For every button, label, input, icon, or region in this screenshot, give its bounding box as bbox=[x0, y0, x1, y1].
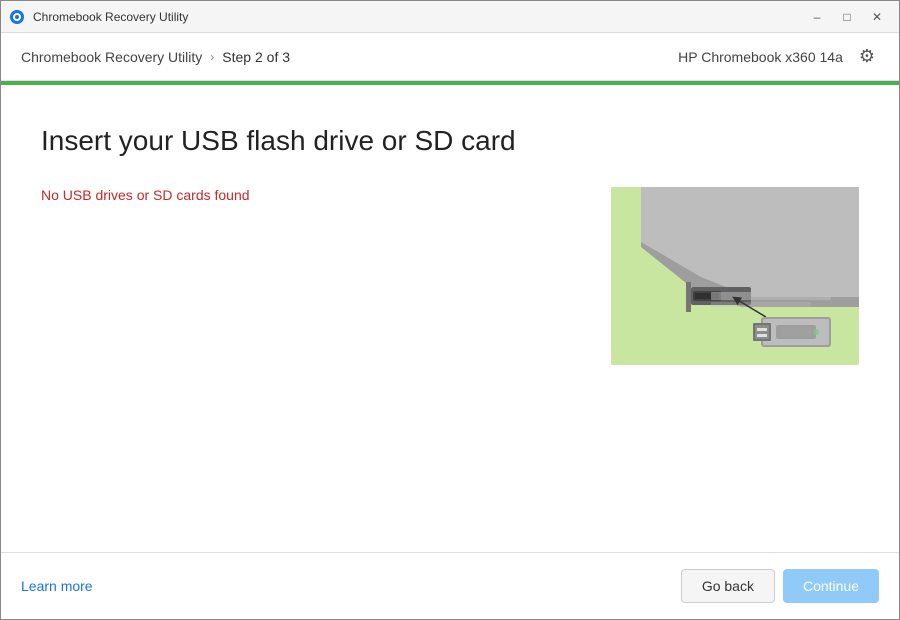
content-area: No USB drives or SD cards found bbox=[41, 187, 859, 532]
title-bar: Chromebook Recovery Utility – □ ✕ bbox=[1, 1, 899, 33]
right-panel bbox=[611, 187, 859, 365]
maximize-button[interactable]: □ bbox=[833, 7, 861, 27]
error-message: No USB drives or SD cards found bbox=[41, 187, 571, 203]
usb-illustration bbox=[611, 187, 859, 365]
go-back-button[interactable]: Go back bbox=[681, 569, 775, 603]
settings-button[interactable]: ⚙ bbox=[855, 42, 879, 71]
chevron-icon: › bbox=[210, 50, 214, 64]
close-button[interactable]: ✕ bbox=[863, 7, 891, 27]
gear-icon: ⚙ bbox=[859, 46, 875, 67]
continue-button[interactable]: Continue bbox=[783, 569, 879, 603]
page-title: Insert your USB flash drive or SD card bbox=[41, 125, 859, 157]
footer-buttons: Go back Continue bbox=[681, 569, 879, 603]
left-panel: No USB drives or SD cards found bbox=[41, 187, 571, 203]
main-content: Insert your USB flash drive or SD card N… bbox=[1, 85, 899, 552]
title-bar-text: Chromebook Recovery Utility bbox=[33, 10, 803, 24]
footer: Learn more Go back Continue bbox=[1, 552, 899, 619]
usb-svg bbox=[611, 187, 859, 365]
app-header: Chromebook Recovery Utility › Step 2 of … bbox=[1, 33, 899, 81]
step-label: Step 2 of 3 bbox=[222, 49, 290, 65]
app-icon bbox=[9, 9, 25, 25]
breadcrumb: Chromebook Recovery Utility › Step 2 of … bbox=[21, 49, 290, 65]
window-controls: – □ ✕ bbox=[803, 7, 891, 27]
learn-more-link[interactable]: Learn more bbox=[21, 578, 93, 594]
device-name-label: HP Chromebook x360 14a bbox=[678, 49, 843, 65]
app-name-label: Chromebook Recovery Utility bbox=[21, 49, 202, 65]
header-right: HP Chromebook x360 14a ⚙ bbox=[678, 42, 879, 71]
minimize-button[interactable]: – bbox=[803, 7, 831, 27]
